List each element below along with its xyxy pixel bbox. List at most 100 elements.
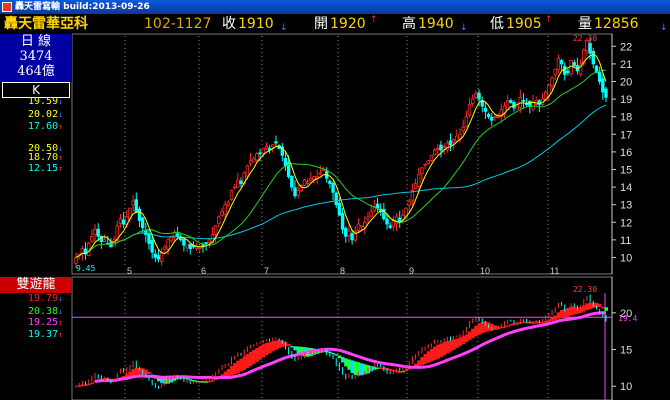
month-label: 7 [264, 266, 269, 276]
band-segment [334, 354, 339, 356]
y-tick-label: 16 [620, 147, 632, 159]
candle-body [486, 113, 491, 118]
candle-body [347, 230, 351, 236]
band-segment [604, 307, 608, 311]
candle-body [461, 126, 465, 132]
candle-body [204, 242, 208, 245]
y-tick-label: 13 [620, 200, 632, 212]
candle-body [248, 160, 253, 164]
candle-body [429, 154, 434, 161]
band-segment [252, 349, 256, 364]
band-segment [474, 325, 478, 337]
y-tick-label: 15 [620, 164, 632, 176]
indicator-number: 17.60 [28, 121, 59, 132]
bottom-panel-frame [71, 276, 613, 400]
candle-body [150, 239, 154, 253]
indicator-value: 19.79↓ [28, 293, 63, 305]
band-segment [204, 381, 209, 383]
level-annotation: 19.4 [618, 314, 637, 323]
indicator-number: 20.02 [28, 109, 59, 120]
candle-body [369, 211, 373, 217]
candle-body [375, 203, 380, 209]
candle-body [471, 98, 475, 105]
band-segment [296, 346, 301, 354]
arrow-down-icon: ↓ [58, 110, 63, 119]
candle-body [255, 153, 259, 161]
indicator-number: 19.37 [28, 329, 59, 340]
y-tick-label: 18 [620, 112, 632, 124]
candle-body [147, 233, 151, 244]
candle-body [464, 116, 469, 127]
candle-body [185, 244, 189, 249]
band-segment [188, 379, 193, 381]
y-tick-label: 19 [620, 94, 632, 106]
candle-body [426, 160, 430, 165]
arrow-down-icon: ↓ [58, 294, 63, 303]
low-annotation: 9.45 [76, 264, 95, 273]
band-segment [268, 342, 272, 354]
band-segment [547, 319, 551, 322]
band-segment [585, 303, 589, 311]
candle-body [172, 232, 177, 237]
period-box[interactable]: 日 線 3474 464億 [0, 34, 72, 82]
candle-body [331, 182, 335, 193]
candle-body [515, 105, 519, 110]
candle-body [407, 200, 411, 206]
band-segment [379, 367, 383, 370]
candle-body [340, 212, 345, 230]
month-label: 6 [201, 266, 206, 276]
y-tick-label: 22 [620, 41, 632, 53]
arrow-down-icon: ↓ [58, 97, 63, 106]
band-segment [226, 368, 231, 377]
candle-body [518, 96, 523, 108]
ma60-line [107, 104, 607, 245]
band-segment [433, 346, 437, 361]
candle-body [109, 242, 113, 248]
y-tick-label: 12 [620, 217, 632, 229]
candle-body [509, 100, 513, 104]
y-tick-label: 11 [620, 235, 631, 247]
candle-body [591, 51, 596, 65]
candle-body [547, 84, 551, 96]
band-segment [347, 359, 351, 370]
candle-body [131, 200, 135, 206]
band-segment [277, 340, 282, 349]
band-segment [248, 351, 253, 366]
candle-body [436, 147, 440, 150]
indicator-number: 19.25 [28, 317, 59, 328]
ma20-line [88, 69, 607, 252]
candle-body [420, 167, 424, 174]
band-segment [445, 340, 450, 354]
band-segment [245, 353, 250, 368]
indicator-number: 19.79 [28, 293, 59, 304]
band-segment [458, 337, 462, 346]
band-segment [436, 344, 440, 359]
candle-body [312, 176, 316, 180]
candle-body [194, 246, 199, 250]
band-segment [448, 340, 453, 352]
band-segment [337, 355, 342, 359]
chart-area: 5 6 7 8 9 10 11 10 11 12 13 14 15 16 17 18 19 20 21 22 10 15 2… [71, 33, 637, 400]
candle-body [80, 248, 85, 254]
band-segment [350, 360, 355, 374]
band-segment [90, 382, 94, 385]
band-segment [293, 346, 297, 351]
band-segment [344, 358, 348, 367]
candle-body [293, 187, 297, 197]
candle-body [252, 158, 256, 163]
candle-body [442, 146, 446, 149]
candle-body [229, 190, 234, 200]
band-segment [191, 379, 196, 382]
indicator-number: 12.15 [28, 163, 59, 174]
y-tick-label: 15 [620, 345, 632, 357]
candle-body [302, 179, 307, 186]
candle-body [271, 144, 275, 148]
candle-body [572, 62, 576, 67]
indicator-title[interactable]: 雙遊龍 [0, 277, 72, 293]
band-segment [341, 357, 345, 363]
candle-body [556, 58, 561, 70]
candle-body [290, 175, 294, 188]
month-label: 10 [480, 266, 490, 276]
candle-body [334, 192, 338, 206]
candle-body [175, 233, 180, 237]
